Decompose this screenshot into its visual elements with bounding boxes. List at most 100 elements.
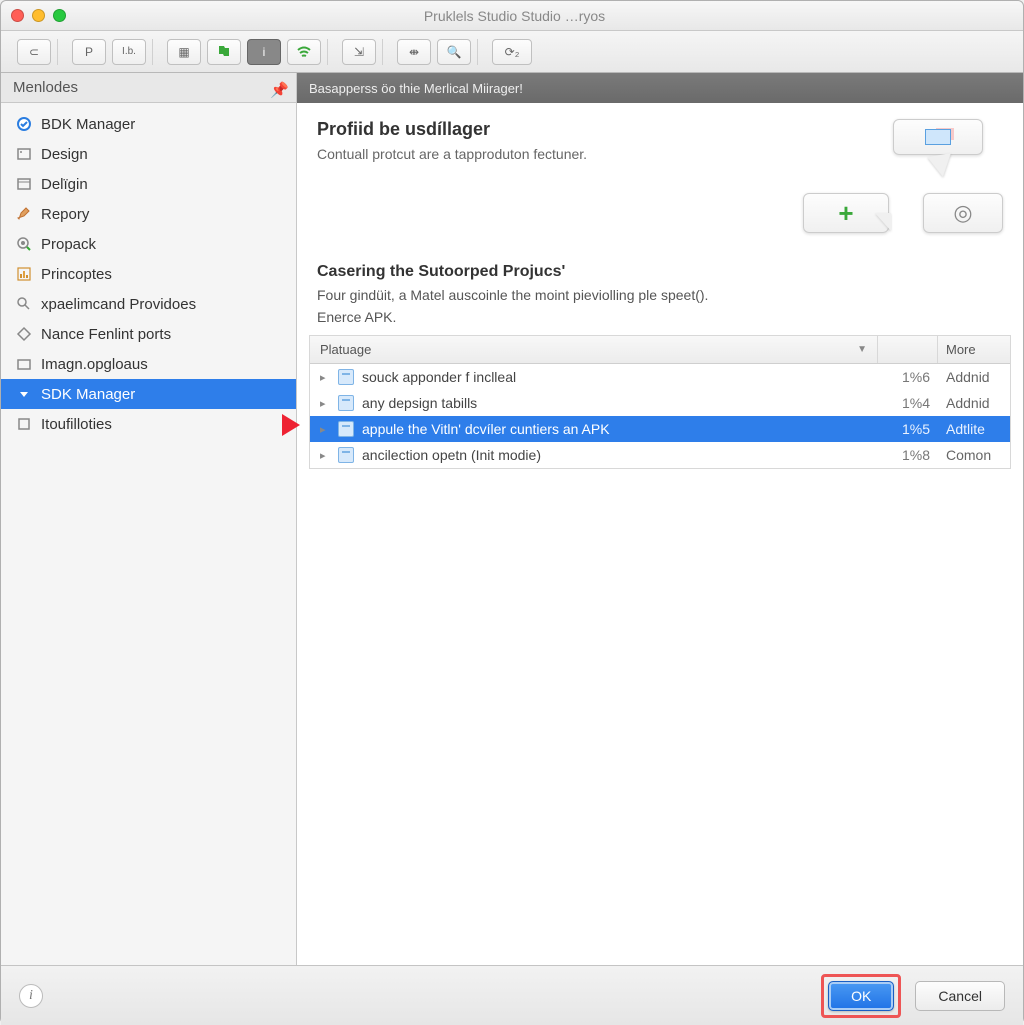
section-intro: Casering the Sutoorped Projucs' Four gin… [297,249,1023,327]
table-row[interactable]: souck apponder f inclleal 1%6 Addnid [310,364,1010,390]
sidebar-item-deligin[interactable]: Delïgin [1,169,296,199]
hero-speech-tail-icon [927,153,954,179]
sidebar-item-label: Nance Fenlint ports [41,326,171,343]
section-line-1: Four gindüit, a Matel auscoinle the moin… [317,287,1003,303]
sidebar-item-label: Itoufilloties [41,416,112,433]
hero-illustration [803,119,1003,239]
toolbar-grid-icon[interactable]: ▦ [167,39,201,65]
section-title: Casering the Sutoorped Projucs' [317,263,1003,281]
pin-icon[interactable]: 📌 [270,81,284,95]
table-row[interactable]: any depsign tabills 1%4 Addnid [310,390,1010,416]
column-header-name-label: Platuage [320,342,371,357]
row-version: 1%8 [878,442,938,468]
sidebar: Menlodes 📌 BDK Manager Design Delïgin Re… [1,73,297,965]
ok-highlight-box: OK [821,974,901,1018]
info-button[interactable]: i [19,984,43,1008]
sidebar-item-repory[interactable]: Repory [1,199,296,229]
row-name: any depsign tabills [362,395,477,411]
folder-icon [15,355,33,373]
zoom-window-icon[interactable] [53,9,66,22]
window-title: Pruklels Studio Studio …ryos [66,8,963,24]
cancel-button[interactable]: Cancel [915,981,1005,1011]
callout-arrow-icon [282,414,300,436]
sidebar-title: Menlodes [13,79,78,96]
window-controls [11,9,66,22]
table-row[interactable]: appule the Vitln' dcvíler cuntiers an AP… [310,416,1010,442]
hero-card-target-icon [923,193,1003,233]
sidebar-item-itoufilloties[interactable]: Itoufilloties [1,409,296,439]
breadcrumb-text: Basapperss öo thie Merlical Miirager! [309,81,523,96]
search-list-icon [15,295,33,313]
toolbar-back-icon[interactable]: ⊂ [17,39,51,65]
row-action: Addnid [938,390,1010,416]
section-line-2: Enerce APK. [317,309,1003,325]
hero-card-window-icon [893,119,983,155]
sidebar-item-princoptes[interactable]: Princoptes [1,259,296,289]
sidebar-item-providers[interactable]: xpaelimcand Providoes [1,289,296,319]
row-version: 1%5 [878,416,938,442]
toolbar-wifi-icon[interactable] [287,39,321,65]
toolbar-info-icon[interactable]: i [247,39,281,65]
row-version: 1%6 [878,364,938,390]
page-subtitle: Contuall protcut are a tapproduton fectu… [317,146,587,162]
file-icon [338,447,354,463]
sidebar-item-label: Repory [41,206,89,223]
row-action: Addnid [938,364,1010,390]
file-icon [338,369,354,385]
window-icon [15,175,33,193]
gear-plus-icon [15,235,33,253]
breadcrumb: Basapperss öo thie Merlical Miirager! [297,73,1023,103]
page-title: Profiid be usdíllager [317,119,587,140]
sidebar-item-sdk-manager[interactable]: SDK Manager [1,379,296,409]
box-icon [15,415,33,433]
square-icon [15,145,33,163]
toolbar-nosignal-icon[interactable]: ⇼ [397,39,431,65]
sidebar-item-label: BDK Manager [41,116,135,133]
row-action: Comon [938,442,1010,468]
toolbar-export-icon[interactable]: ⇲ [342,39,376,65]
check-circle-icon [15,115,33,133]
pen-icon [15,205,33,223]
sidebar-item-label: Princoptes [41,266,112,283]
sidebar-list: BDK Manager Design Delïgin Repory Propac… [1,103,296,445]
hero-speech-tail2-icon [875,213,891,237]
ok-button[interactable]: OK [828,981,894,1011]
row-action: Adtlite [938,416,1010,442]
down-triangle-icon [15,385,33,403]
toolbar-p-icon[interactable]: P [72,39,106,65]
close-window-icon[interactable] [11,9,24,22]
sidebar-item-label: Propack [41,236,96,253]
sidebar-item-bdk-manager[interactable]: BDK Manager [1,109,296,139]
minimize-window-icon[interactable] [32,9,45,22]
row-version: 1%4 [878,390,938,416]
row-name: souck apponder f inclleal [362,369,516,385]
titlebar: Pruklels Studio Studio …ryos [1,1,1023,31]
column-header-more[interactable]: More [938,336,1010,363]
footer: i OK Cancel [1,965,1023,1025]
sidebar-item-imagn[interactable]: Imagn.opgloaus [1,349,296,379]
column-header-more-label: More [946,342,976,357]
content-pane: Basapperss öo thie Merlical Miirager! Pr… [297,73,1023,965]
sidebar-item-label: Design [41,146,88,163]
hero: Profiid be usdíllager Contuall protcut a… [297,103,1023,249]
sidebar-item-design[interactable]: Design [1,139,296,169]
file-icon [338,395,354,411]
row-name: appule the Vitln' dcvíler cuntiers an AP… [362,421,610,437]
column-header-name[interactable]: Platuage ▼ [310,336,878,363]
sidebar-item-label: SDK Manager [41,386,135,403]
sidebar-item-label: Imagn.opgloaus [41,356,148,373]
file-icon [338,421,354,437]
toolbar-ib-icon[interactable]: I.b. [112,39,146,65]
toolbar-search-icon[interactable]: 🔍 [437,39,471,65]
diamond-icon [15,325,33,343]
sidebar-item-propack[interactable]: Propack [1,229,296,259]
toolbar-flag-icon[interactable] [207,39,241,65]
table-header: Platuage ▼ More [310,336,1010,364]
toolbar-refresh-icon[interactable]: ⟳₂ [492,39,532,65]
table-row[interactable]: ancilection opetn (Init modie) 1%8 Comon [310,442,1010,468]
sidebar-item-ports[interactable]: Nance Fenlint ports [1,319,296,349]
packages-table: Platuage ▼ More souck apponder f incllea… [309,335,1011,469]
sidebar-header: Menlodes 📌 [1,73,296,103]
column-header-version[interactable] [878,336,938,363]
sidebar-item-label: Delïgin [41,176,88,193]
